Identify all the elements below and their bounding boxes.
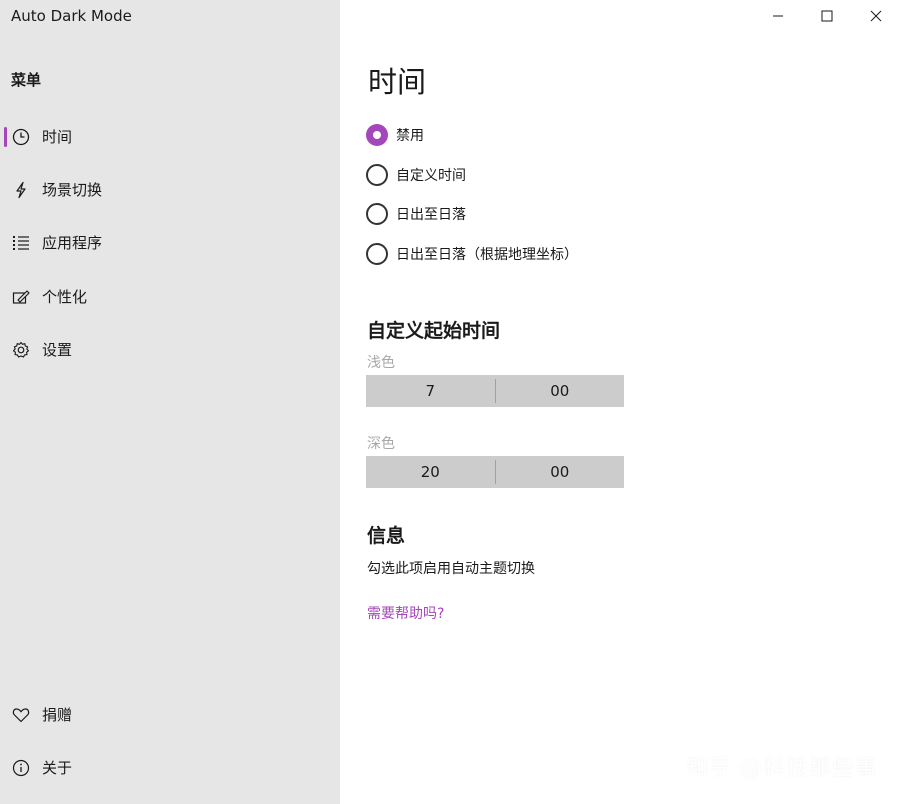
list-icon <box>11 233 31 253</box>
light-minute[interactable]: 00 <box>496 375 625 407</box>
sidebar-item-label: 场景切换 <box>42 181 103 199</box>
radio-button[interactable] <box>366 124 388 146</box>
custom-start-title: 自定义起始时间 <box>367 320 501 342</box>
sidebar-item-scene-switch[interactable]: 场景切换 <box>0 170 340 210</box>
dark-hour[interactable]: 20 <box>366 456 495 488</box>
radio-button[interactable] <box>366 203 388 225</box>
sidebar-item-about[interactable]: 关于 <box>0 748 340 788</box>
app-title: Auto Dark Mode <box>11 7 132 25</box>
dark-time-picker[interactable]: 20 00 <box>366 456 624 488</box>
radio-custom-time[interactable]: 自定义时间 <box>366 163 466 187</box>
info-text: 勾选此项启用自动主题切换 <box>367 561 535 577</box>
page-title: 时间 <box>368 65 427 99</box>
main-content: 时间 禁用 自定义时间 日出至日落 日出至日落（根据地理坐标） 自定义起始时间 … <box>340 0 900 804</box>
radio-label: 自定义时间 <box>396 168 466 184</box>
sidebar-item-label: 时间 <box>42 128 73 146</box>
watermark: 知乎 @科技那些事 <box>686 756 878 781</box>
sidebar-item-time[interactable]: 时间 <box>0 117 340 157</box>
light-hour[interactable]: 7 <box>366 375 495 407</box>
radio-button[interactable] <box>366 164 388 186</box>
dark-minute[interactable]: 00 <box>496 456 625 488</box>
sidebar-item-personalization[interactable]: 个性化 <box>0 277 340 317</box>
light-label: 浅色 <box>367 355 395 371</box>
radio-disabled[interactable]: 禁用 <box>366 123 424 147</box>
info-icon <box>11 758 31 778</box>
sidebar-item-donate[interactable]: 捐赠 <box>0 695 340 735</box>
paint-icon <box>11 287 31 307</box>
selection-indicator <box>4 127 7 147</box>
menu-header: 菜单 <box>11 71 42 89</box>
sidebar: Auto Dark Mode 菜单 时间 场景切换 应用程序 个性化 设置 捐赠… <box>0 0 340 804</box>
radio-sunrise-sunset[interactable]: 日出至日落 <box>366 202 466 226</box>
sidebar-item-apps[interactable]: 应用程序 <box>0 223 340 263</box>
heart-icon <box>11 705 31 725</box>
radio-label: 禁用 <box>396 128 424 144</box>
help-link[interactable]: 需要帮助吗? <box>367 603 444 623</box>
radio-label: 日出至日落 <box>396 207 466 223</box>
sidebar-item-label: 应用程序 <box>42 234 103 252</box>
sidebar-item-label: 捐赠 <box>42 706 73 724</box>
sidebar-item-settings[interactable]: 设置 <box>0 330 340 370</box>
clock-icon <box>11 127 31 147</box>
radio-button[interactable] <box>366 243 388 265</box>
light-time-picker[interactable]: 7 00 <box>366 375 624 407</box>
sidebar-item-label: 关于 <box>42 759 73 777</box>
sidebar-item-label: 设置 <box>42 341 73 359</box>
radio-label: 日出至日落（根据地理坐标） <box>396 247 578 263</box>
dark-label: 深色 <box>367 436 395 452</box>
gear-icon <box>11 340 31 360</box>
lightning-icon <box>11 180 31 200</box>
sidebar-item-label: 个性化 <box>42 288 88 306</box>
radio-sunrise-sunset-geo[interactable]: 日出至日落（根据地理坐标） <box>366 242 578 266</box>
info-title: 信息 <box>367 525 406 547</box>
